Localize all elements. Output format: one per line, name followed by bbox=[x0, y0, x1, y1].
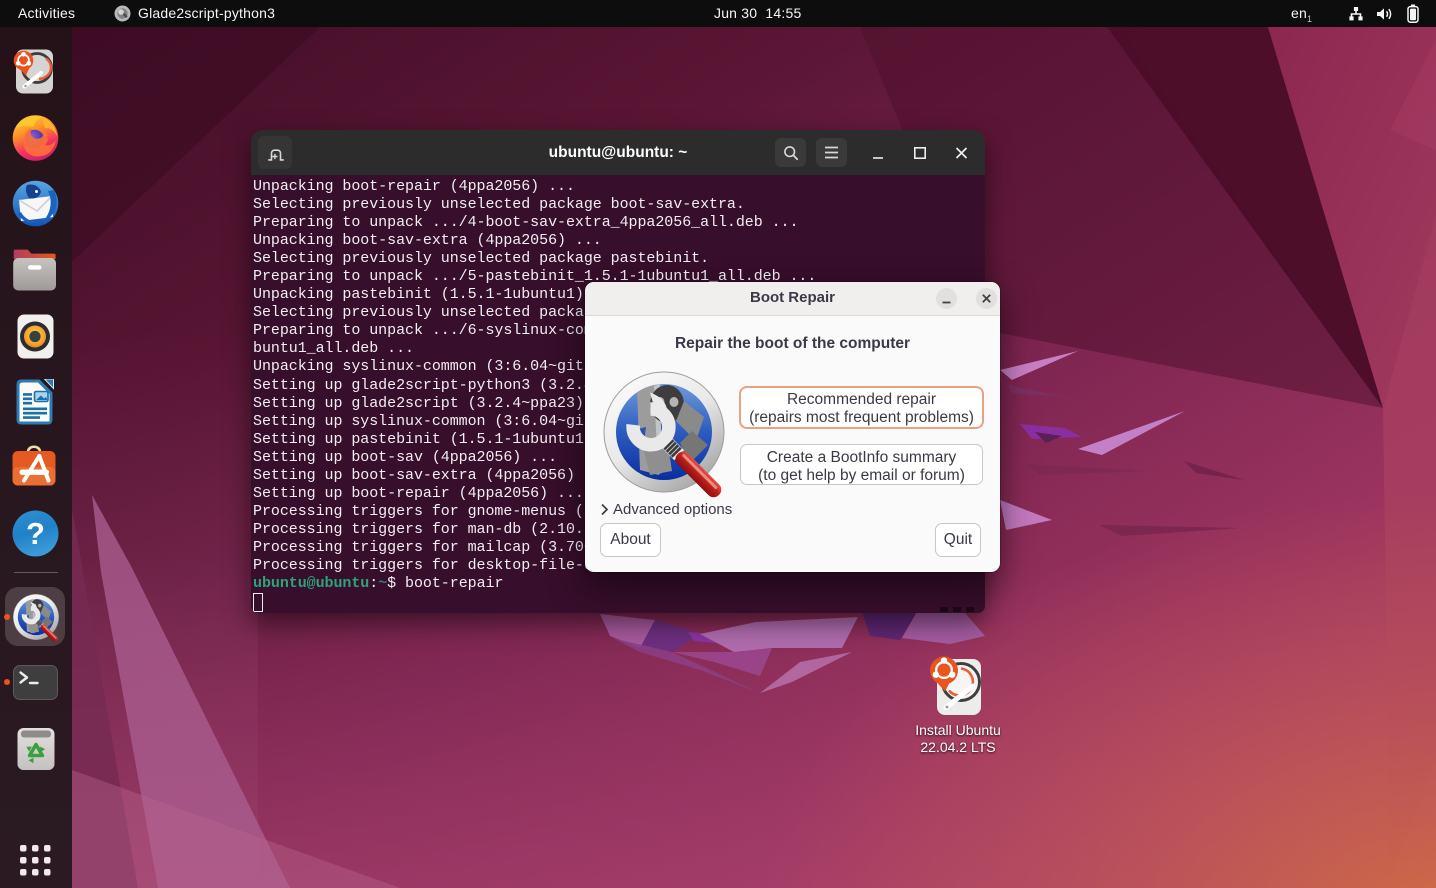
svg-text:?: ? bbox=[26, 516, 45, 551]
